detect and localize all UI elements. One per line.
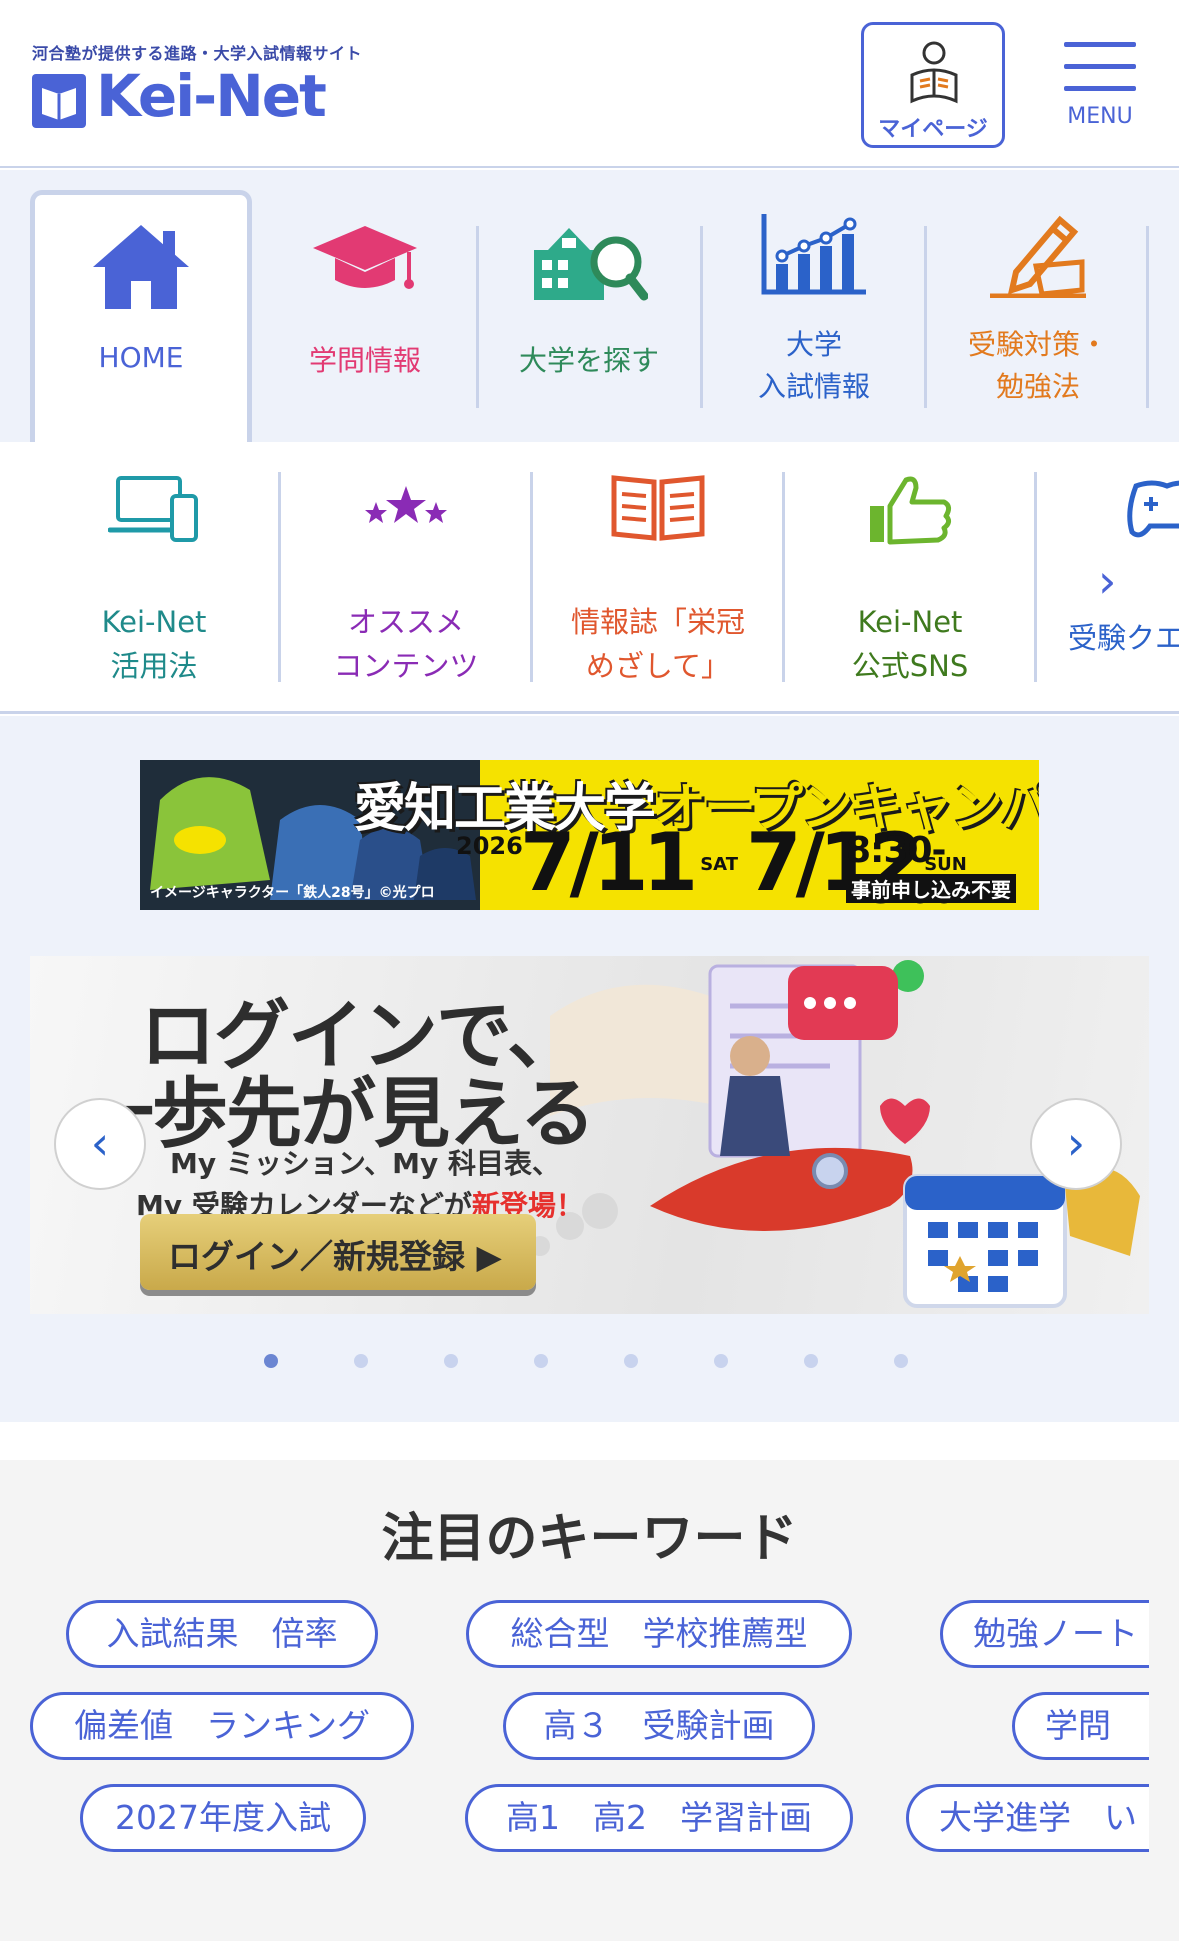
keywords-title: 注目のキーワード xyxy=(381,1509,798,1569)
login-register-button[interactable]: ログイン／新規登録 ▶ xyxy=(140,1214,536,1290)
keyword-chip[interactable]: 入試結果 倍率 xyxy=(66,1600,378,1668)
ad-credit: イメージキャラクター「鉄人28号」©光プロ xyxy=(150,885,435,901)
devices-icon xyxy=(108,476,198,542)
carousel-dot-7[interactable] xyxy=(804,1354,818,1368)
ad-banner-aichi[interactable]: 愛知工業大学オープンキャンパス 2026 7/11SAT7/12SUN 8:30… xyxy=(140,760,1039,910)
sub-label-line2: めざして」 xyxy=(585,649,731,683)
sub-label-line2: 公式SNS xyxy=(851,649,969,683)
tab-label: 学問情報 xyxy=(308,344,421,377)
ad-year: 2026 xyxy=(456,832,523,860)
carousel-dot-8[interactable] xyxy=(894,1354,908,1368)
site-header: 河合塾が提供する進路・大学入試情報サイト Kei-Net マイページ MENU xyxy=(0,0,1179,168)
graduation-cap-icon xyxy=(313,226,417,289)
open-book-icon xyxy=(611,475,705,541)
tab-home[interactable]: HOME xyxy=(30,190,252,442)
carousel-dot-2[interactable] xyxy=(354,1354,368,1368)
keywords-list: 入試結果 倍率 総合型 学校推薦型 勉強ノート 偏差値 ランキング 高３ 受験計… xyxy=(0,1600,1149,1940)
menu-button[interactable]: MENU xyxy=(1060,38,1140,138)
scroll-right-chevron-icon[interactable]: › xyxy=(1098,554,1116,608)
login-register-label: ログイン／新規登録 ▶ xyxy=(168,1237,502,1276)
keyword-chip[interactable]: 総合型 学校推薦型 xyxy=(466,1600,852,1668)
carousel-dot-6[interactable] xyxy=(714,1354,728,1368)
mypage-label: マイページ xyxy=(878,117,988,142)
login-carousel-slide[interactable]: ログインで、 一歩先が見える My ミッション、My 科目表、 My 受験カレン… xyxy=(30,956,1149,1314)
tab-label-line1: 受験対策・ xyxy=(967,328,1108,361)
sub-label-line2: コンテンツ xyxy=(333,649,479,683)
tab-exam-prep[interactable]: 受験対策・ 勉強法 xyxy=(927,190,1149,418)
reading-person-icon xyxy=(910,41,958,104)
tab-exam-info[interactable]: 大学 入試情報 xyxy=(703,190,925,418)
mypage-button[interactable]: マイページ xyxy=(861,22,1005,148)
tab-label-line2: 勉強法 xyxy=(995,370,1080,403)
sub-label-line1: Kei-Net xyxy=(857,605,963,639)
ad-note: 事前申し込み不要 xyxy=(846,874,1016,903)
carousel-dot-5[interactable] xyxy=(624,1354,638,1368)
sub-item-keinet-guide[interactable]: Kei-Net 活用法 xyxy=(34,472,274,683)
tab-find-university[interactable]: 大学を探す xyxy=(478,190,700,418)
gamepad-icon xyxy=(1127,480,1179,538)
house-icon xyxy=(93,225,189,309)
sub-nav: Kei-Net 活用法 オススメ コンテンツ 情報誌「栄冠 めざして」 Kei-… xyxy=(0,442,1179,714)
carousel-dot-4[interactable] xyxy=(534,1354,548,1368)
carousel-dot-3[interactable] xyxy=(444,1354,458,1368)
keyword-chip[interactable]: 勉強ノート xyxy=(940,1600,1149,1668)
pencil-hand-icon xyxy=(990,215,1086,298)
logo-text[interactable]: Kei-Net xyxy=(96,62,327,130)
tab-label: 大学を探す xyxy=(518,344,659,377)
carousel-sub-1: My ミッション、My 科目表、 xyxy=(170,1147,561,1180)
sub-label-line2: 活用法 xyxy=(110,649,198,683)
sub-label-line1: Kei-Net xyxy=(101,605,207,639)
keyword-chip[interactable]: 高1 高2 学習計画 xyxy=(465,1784,853,1852)
sub-label-line1: オススメ xyxy=(347,605,464,639)
keyword-chip[interactable]: 偏差値 ランキング xyxy=(30,1692,414,1760)
tab-label: HOME xyxy=(98,341,184,374)
sub-label-line1: 情報誌「栄冠 xyxy=(570,605,745,639)
school-search-icon xyxy=(534,228,648,301)
banner-area: 愛知工業大学オープンキャンパス 2026 7/11SAT7/12SUN 8:30… xyxy=(0,716,1179,1422)
carousel-dot-1[interactable] xyxy=(264,1354,278,1368)
tab-academics[interactable]: 学問情報 xyxy=(254,190,476,418)
sub-item-magazine[interactable]: 情報誌「栄冠 めざして」 xyxy=(538,472,778,683)
keyword-chip[interactable]: 2027年度入試 xyxy=(80,1784,366,1852)
keyword-chip[interactable]: 学問 xyxy=(1012,1692,1149,1760)
sub-item-sns[interactable]: Kei-Net 公式SNS xyxy=(790,472,1030,683)
logo-book-icon[interactable] xyxy=(32,74,86,128)
thumbs-up-icon xyxy=(870,476,952,545)
sub-item-recommended[interactable]: オススメ コンテンツ xyxy=(286,472,526,683)
logo-tagline: 河合塾が提供する進路・大学入試情報サイト xyxy=(32,44,363,63)
carousel-prev-button[interactable]: ‹ xyxy=(54,1098,146,1190)
bar-chart-icon xyxy=(761,214,866,295)
stars-icon xyxy=(365,486,447,523)
keyword-chip[interactable]: 高３ 受験計画 xyxy=(503,1692,815,1760)
sub-label-line1: 受験クエ xyxy=(1068,621,1179,655)
keyword-chip[interactable]: 大学進学 い xyxy=(906,1784,1149,1852)
menu-label: MENU xyxy=(1067,104,1133,129)
tab-label-line2: 入試情報 xyxy=(757,370,870,403)
trending-keywords: 注目のキーワード 入試結果 倍率 総合型 学校推薦型 勉強ノート 偏差値 ランキ… xyxy=(0,1460,1179,1941)
main-nav: HOME 学問情報 大学を探す 大学 入試情報 受験対策・ 勉強法 xyxy=(0,170,1179,612)
carousel-next-button[interactable]: › xyxy=(1030,1098,1122,1190)
tab-label-line1: 大学 xyxy=(785,328,842,361)
